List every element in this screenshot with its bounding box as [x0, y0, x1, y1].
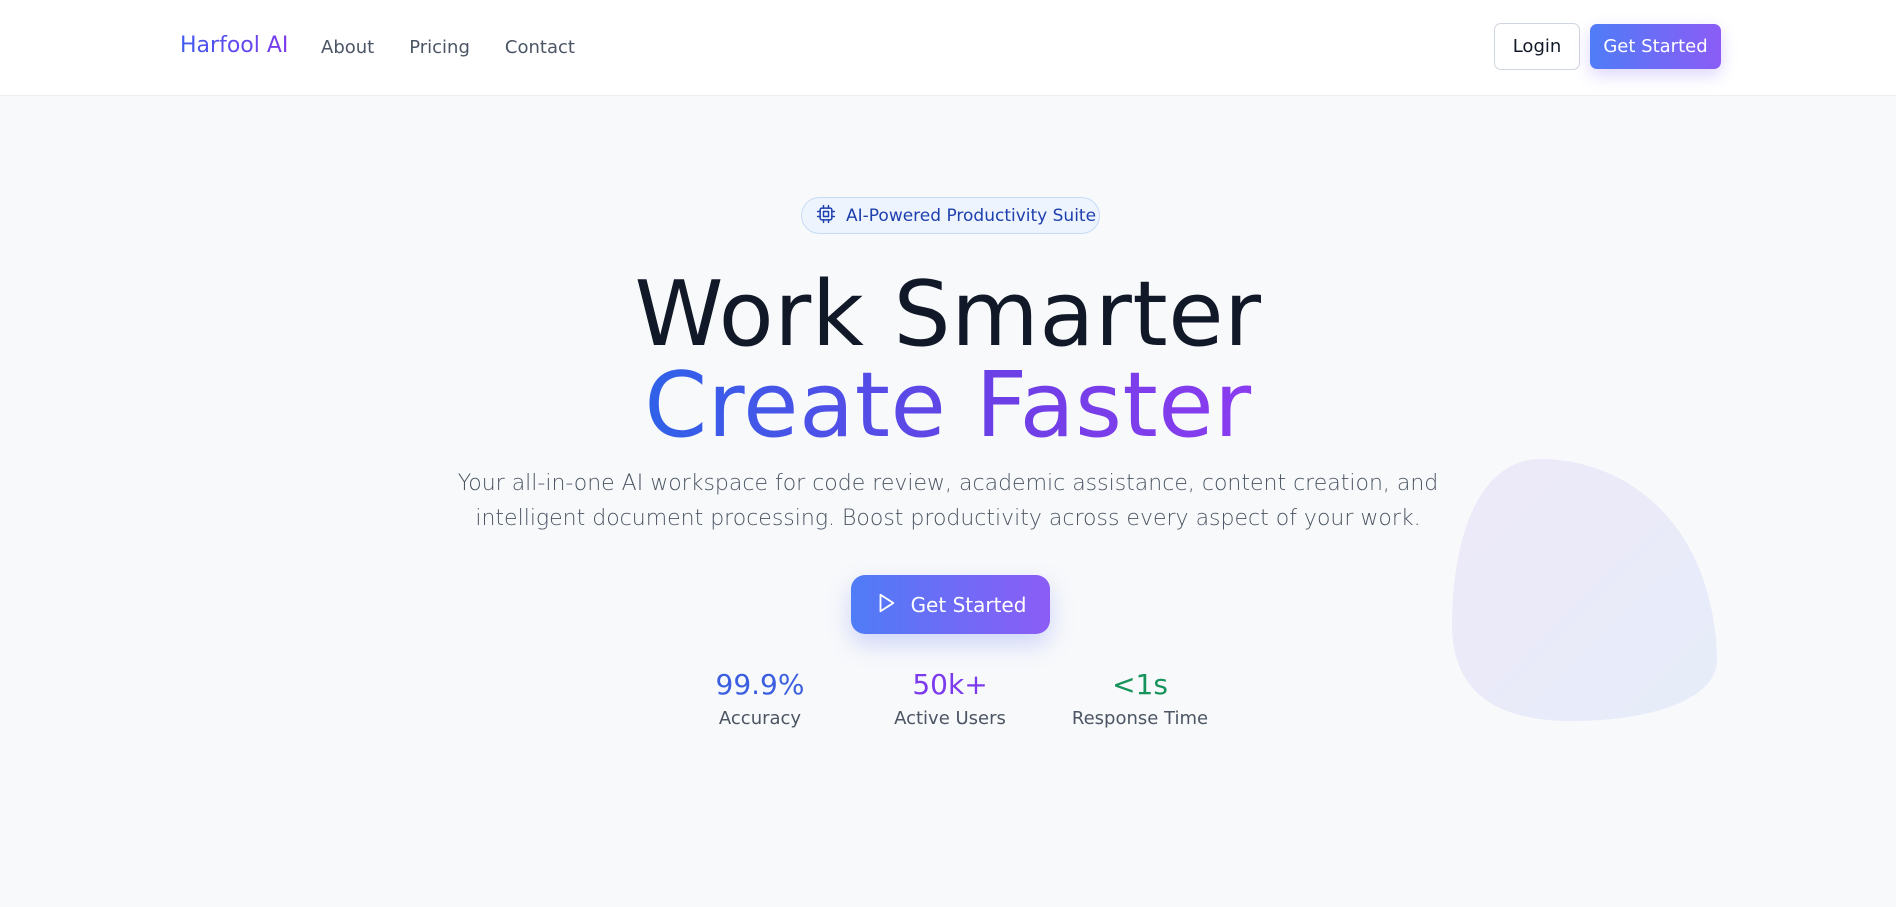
stat-value: 50k+	[912, 668, 988, 701]
stat-value: 99.9%	[715, 668, 805, 701]
stat-label: Accuracy	[718, 708, 802, 729]
cpu-chip-icon	[816, 204, 836, 228]
login-button[interactable]: Login	[1494, 23, 1580, 70]
hero-cta-label: Get Started	[910, 592, 1027, 617]
hero-get-started-button[interactable]: Get Started	[851, 575, 1050, 634]
hero-title-line2: Create Faster	[0, 361, 1896, 451]
decorative-blob	[1452, 459, 1717, 721]
stat-response-time: <1s Response Time	[1050, 668, 1230, 729]
hero-badge: AI-Powered Productivity Suite	[801, 197, 1100, 234]
stat-label: Active Users	[894, 708, 1006, 729]
stat-active-users: 50k+ Active Users	[860, 668, 1040, 729]
stat-accuracy: 99.9% Accuracy	[670, 668, 850, 729]
main-nav: About Pricing Contact	[321, 37, 575, 58]
hero-title-line2-text: Create Faster	[644, 353, 1252, 458]
hero-badge-text: AI-Powered Productivity Suite	[846, 205, 1097, 226]
header-get-started-button[interactable]: Get Started	[1590, 24, 1721, 69]
nav-link-contact[interactable]: Contact	[505, 37, 575, 58]
nav-link-pricing[interactable]: Pricing	[409, 37, 470, 58]
hero-subtitle: Your all-in-one AI workspace for code re…	[457, 471, 1439, 531]
play-icon	[875, 592, 897, 618]
top-navbar: Harfool AI About Pricing Contact Login G…	[0, 0, 1896, 96]
stat-value: <1s	[1112, 668, 1168, 701]
brand-logo[interactable]: Harfool AI	[180, 33, 288, 58]
nav-link-about[interactable]: About	[321, 37, 374, 58]
hero-title-line1: Work Smarter	[634, 262, 1262, 367]
stat-label: Response Time	[1071, 708, 1209, 729]
